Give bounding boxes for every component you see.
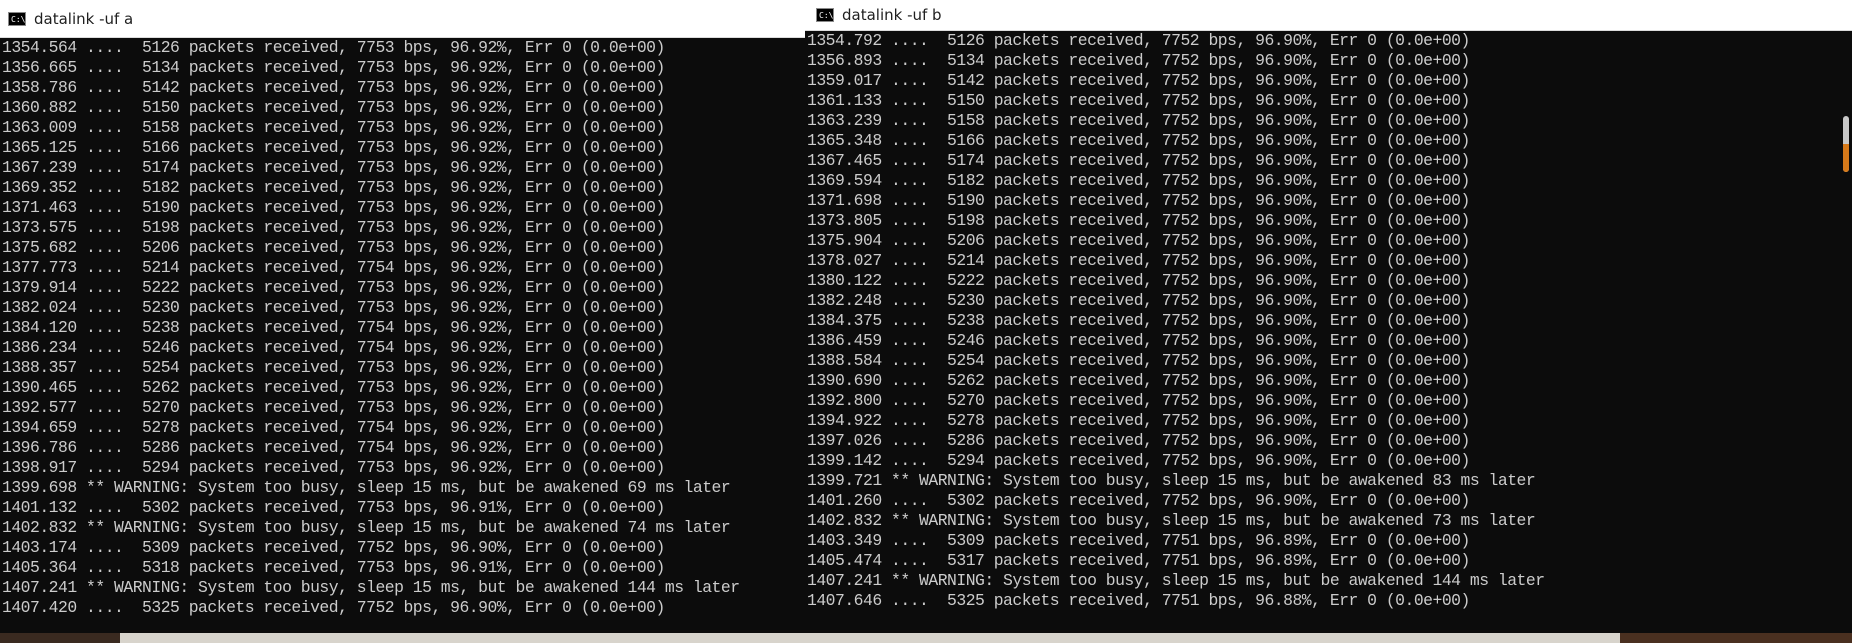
console-line: 1375.904 .... 5206 packets received, 775… <box>807 231 1470 250</box>
window-title: datalink -uf b <box>842 6 942 24</box>
console-line: 1390.690 .... 5262 packets received, 775… <box>807 371 1470 390</box>
console-line: 1356.665 .... 5134 packets received, 775… <box>2 58 665 77</box>
console-line: 1361.133 .... 5150 packets received, 775… <box>807 91 1470 110</box>
background-segment <box>1620 633 1852 643</box>
console-line: 1379.914 .... 5222 packets received, 775… <box>2 278 665 297</box>
console-line: 1392.800 .... 5270 packets received, 775… <box>807 391 1470 410</box>
console-line: 1369.352 .... 5182 packets received, 775… <box>2 178 665 197</box>
console-line: 1382.024 .... 5230 packets received, 775… <box>2 298 665 317</box>
console-line: 1394.922 .... 5278 packets received, 775… <box>807 411 1470 430</box>
console-line: 1369.594 .... 5182 packets received, 775… <box>807 171 1470 190</box>
console-line: 1356.893 .... 5134 packets received, 775… <box>807 51 1470 70</box>
console-line: 1360.882 .... 5150 packets received, 775… <box>2 98 665 117</box>
window-title: datalink -uf a <box>34 9 134 28</box>
console-line: 1390.465 .... 5262 packets received, 775… <box>2 378 665 397</box>
console-line: 1388.357 .... 5254 packets received, 775… <box>2 358 665 377</box>
scroll-thumb-accent <box>1843 144 1849 172</box>
console-line: 1365.125 .... 5166 packets received, 775… <box>2 138 665 157</box>
window-titlebar[interactable]: C:\. datalink -uf a <box>0 0 805 38</box>
cmd-icon: C:\. <box>816 8 838 22</box>
vertical-scrollbar[interactable] <box>1840 31 1852 643</box>
console-line: 1386.459 .... 5246 packets received, 775… <box>807 331 1470 350</box>
console-line: 1377.773 .... 5214 packets received, 775… <box>2 258 665 277</box>
console-line: 1407.241 ** WARNING: System too busy, sl… <box>807 571 1545 590</box>
console-line: 1402.832 ** WARNING: System too busy, sl… <box>807 511 1536 530</box>
console-line: 1388.584 .... 5254 packets received, 775… <box>807 351 1470 370</box>
window-titlebar[interactable]: C:\. datalink -uf b <box>805 0 1852 31</box>
console-line: 1405.364 .... 5318 packets received, 775… <box>2 558 665 577</box>
console-line: 1401.132 .... 5302 packets received, 775… <box>2 498 665 517</box>
console-window-b[interactable]: C:\. datalink -uf b 1354.792 .... 5126 p… <box>805 0 1852 643</box>
console-line: 1359.017 .... 5142 packets received, 775… <box>807 71 1470 90</box>
console-line: 1403.174 .... 5309 packets received, 775… <box>2 538 665 557</box>
console-line: 1403.349 .... 5309 packets received, 775… <box>807 531 1470 550</box>
console-line: 1407.241 ** WARNING: System too busy, sl… <box>2 578 740 597</box>
console-line: 1373.805 .... 5198 packets received, 775… <box>807 211 1470 230</box>
console-line: 1394.659 .... 5278 packets received, 775… <box>2 418 665 437</box>
background-segment <box>0 633 120 643</box>
console-line: 1402.832 ** WARNING: System too busy, sl… <box>2 518 731 537</box>
console-output[interactable]: 1354.564 .... 5126 packets received, 775… <box>0 38 805 618</box>
console-line: 1367.465 .... 5174 packets received, 775… <box>807 151 1470 170</box>
console-line: 1382.248 .... 5230 packets received, 775… <box>807 291 1470 310</box>
console-line: 1371.698 .... 5190 packets received, 775… <box>807 191 1470 210</box>
console-line: 1375.682 .... 5206 packets received, 775… <box>2 238 665 257</box>
console-line: 1398.917 .... 5294 packets received, 775… <box>2 458 665 477</box>
console-line: 1373.575 .... 5198 packets received, 775… <box>2 218 665 237</box>
background-strip <box>0 633 1852 643</box>
console-line: 1401.260 .... 5302 packets received, 775… <box>807 491 1470 510</box>
console-line: 1405.474 .... 5317 packets received, 775… <box>807 551 1470 570</box>
console-line: 1367.239 .... 5174 packets received, 775… <box>2 158 665 177</box>
console-line: 1363.009 .... 5158 packets received, 775… <box>2 118 665 137</box>
console-line: 1380.122 .... 5222 packets received, 775… <box>807 271 1470 290</box>
console-line: 1365.348 .... 5166 packets received, 775… <box>807 131 1470 150</box>
scroll-thumb[interactable] <box>1843 116 1849 172</box>
console-line: 1358.786 .... 5142 packets received, 775… <box>2 78 665 97</box>
console-line: 1363.239 .... 5158 packets received, 775… <box>807 111 1470 130</box>
console-line: 1399.698 ** WARNING: System too busy, sl… <box>2 478 731 497</box>
console-line: 1386.234 .... 5246 packets received, 775… <box>2 338 665 357</box>
console-window-a[interactable]: C:\. datalink -uf a 1354.564 .... 5126 p… <box>0 0 805 643</box>
console-line: 1354.792 .... 5126 packets received, 775… <box>807 31 1470 50</box>
cmd-icon: C:\. <box>8 11 30 26</box>
console-output[interactable]: 1354.792 .... 5126 packets received, 775… <box>805 31 1852 611</box>
console-line: 1399.721 ** WARNING: System too busy, sl… <box>807 471 1536 490</box>
console-line: 1384.120 .... 5238 packets received, 775… <box>2 318 665 337</box>
console-line: 1371.463 .... 5190 packets received, 775… <box>2 198 665 217</box>
console-line: 1378.027 .... 5214 packets received, 775… <box>807 251 1470 270</box>
console-line: 1354.564 .... 5126 packets received, 775… <box>2 38 665 57</box>
console-line: 1396.786 .... 5286 packets received, 775… <box>2 438 665 457</box>
console-line: 1407.646 .... 5325 packets received, 775… <box>807 591 1470 610</box>
console-line: 1384.375 .... 5238 packets received, 775… <box>807 311 1470 330</box>
console-line: 1397.026 .... 5286 packets received, 775… <box>807 431 1470 450</box>
console-line: 1392.577 .... 5270 packets received, 775… <box>2 398 665 417</box>
console-line: 1407.420 .... 5325 packets received, 775… <box>2 598 665 617</box>
console-line: 1399.142 .... 5294 packets received, 775… <box>807 451 1470 470</box>
